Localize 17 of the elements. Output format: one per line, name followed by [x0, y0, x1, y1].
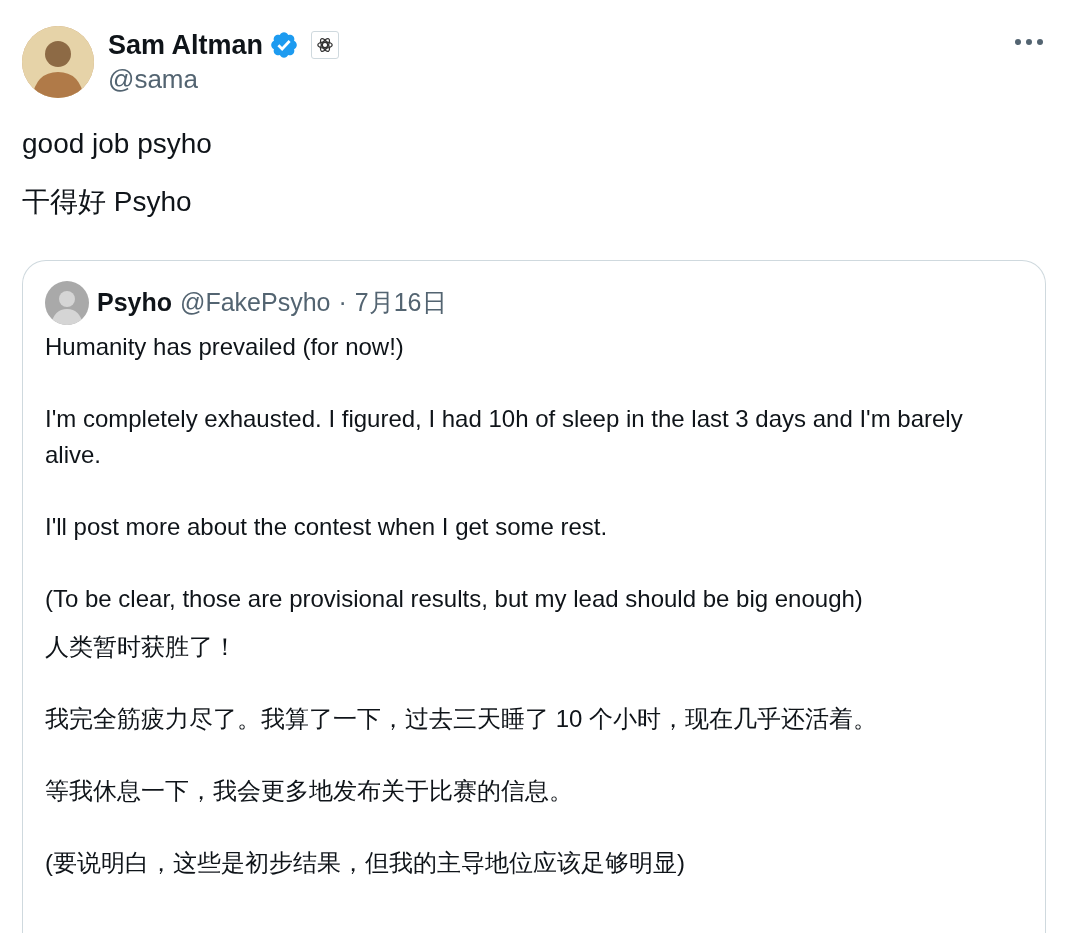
quoted-tweet-text: I'm completely exhausted. I figured, I had 10h of sleep in the last 3 days and I'm barely alive. — [45, 404, 964, 470]
quoted-tweet-text: (To be clear, those are provisional results, but my lead should be big enough) — [45, 584, 864, 614]
author-name: Sam Altman — [108, 29, 264, 62]
quoted-tweet-text: Humanity has prevailed (for now!) — [45, 332, 405, 362]
tweet-text: good job psyho — [22, 127, 212, 161]
quoted-tweet-text: (要说明白，这些是初步结果，但我的主导地位应该足够明显) — [45, 848, 686, 878]
author-handle: @sama — [108, 63, 199, 96]
quoted-author-handle: @FakePsyho — [180, 287, 331, 319]
quoted-tweet-text: I'll post more about the contest when I get some rest. — [45, 512, 609, 542]
separator-dot: · — [338, 287, 347, 319]
avatar — [45, 281, 89, 325]
quoted-author-name: Psyho — [97, 287, 173, 319]
quoted-tweet-text: 人类暂时获胜了！ — [45, 632, 238, 662]
quoted-tweet-text: 等我休息一下，我会更多地发布关于比赛的信息。 — [45, 776, 574, 806]
tweet-text: 干得好 Psyho — [22, 185, 192, 219]
quoted-tweet-text: 我完全筋疲力尽了。我算了一下，过去三天睡了 10 个小时，现在几乎还活着。 — [45, 704, 879, 734]
post-date: 7月16日 — [354, 287, 447, 319]
